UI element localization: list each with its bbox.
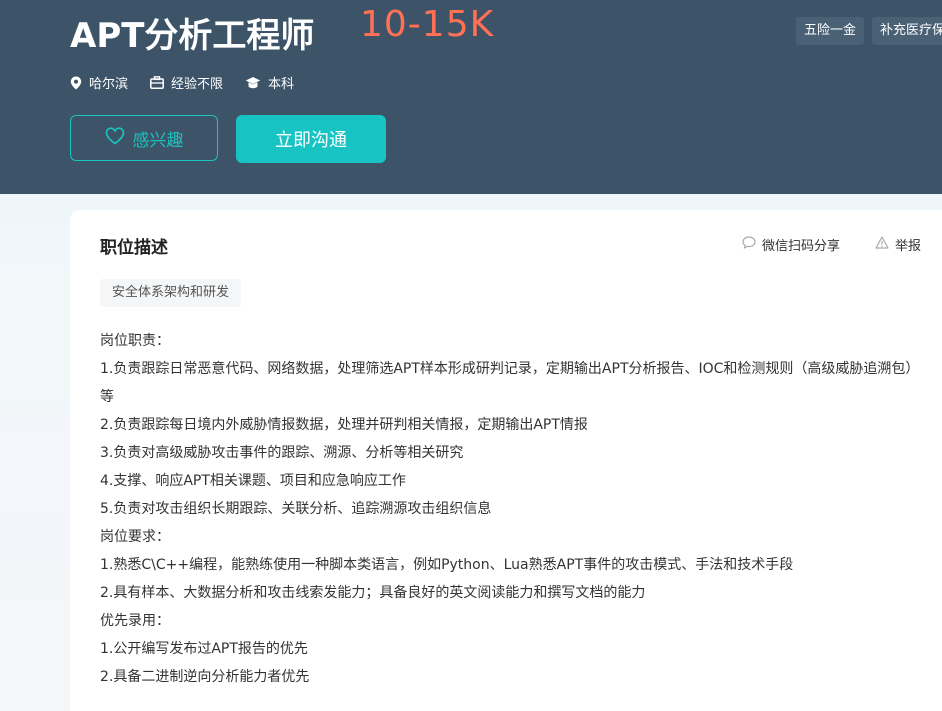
welfare-tags: 五险一金 补充医疗保: [796, 17, 942, 45]
warning-triangle-icon: [875, 236, 889, 253]
description-line: 3.负责对高级威胁攻击事件的跟踪、溯源、分析等相关研究: [100, 445, 464, 461]
description-line: 1.负责跟踪日常恶意代码、网络数据，处理筛选APT样本形成研判记录，定期输出AP…: [100, 361, 920, 405]
job-meta: 哈尔滨 经验不限 本科: [70, 73, 294, 92]
briefcase-icon: [150, 76, 164, 89]
job-header: APT分析工程师 10-15K 五险一金 补充医疗保 哈尔滨 经验不限 本科 感…: [0, 0, 942, 194]
description-line: 岗位职责：: [100, 333, 170, 349]
meta-experience: 经验不限: [150, 73, 223, 92]
report-button[interactable]: 举报: [875, 235, 921, 254]
description-line: 1.熟悉C\C++编程，能熟练使用一种脚本类语言，例如Python、Lua熟悉A…: [100, 557, 794, 573]
experience-text: 经验不限: [171, 77, 224, 92]
description-line: 2.具有样本、大数据分析和攻击线索发能力；具备良好的英文阅读能力和撰写文档的能力: [100, 585, 646, 601]
section-title: 职位描述: [100, 238, 168, 258]
report-label: 举报: [895, 239, 922, 254]
welfare-tag: 五险一金: [796, 17, 865, 45]
heart-icon: [105, 126, 125, 150]
description-line: 4.支撑、响应APT相关课题、项目和应急响应工作: [100, 473, 406, 489]
graduation-cap-icon: [245, 76, 261, 89]
meta-education: 本科: [245, 73, 294, 92]
keyword-tag: 安全体系架构和研发: [100, 279, 242, 307]
wechat-share-button[interactable]: 微信扫码分享: [742, 235, 840, 254]
meta-location: 哈尔滨: [70, 73, 128, 92]
location-pin-icon: [70, 76, 82, 90]
description-line: 优先录用：: [100, 613, 170, 629]
description-line: 2.具备二进制逆向分析能力者优先: [100, 669, 310, 685]
interest-label: 感兴趣: [132, 130, 184, 151]
job-title: APT分析工程师: [70, 16, 315, 56]
chat-bubble-icon: [742, 236, 756, 253]
description-line: 1.公开编写发布过APT报告的优先: [100, 641, 308, 657]
welfare-tag: 补充医疗保: [872, 17, 942, 45]
salary: 10-15K: [360, 4, 495, 45]
job-description-text: 岗位职责： 1.负责跟踪日常恶意代码、网络数据，处理筛选APT样本形成研判记录，…: [100, 327, 930, 691]
description-line: 2.负责跟踪每日境内外威胁情报数据，处理并研判相关情报，定期输出APT情报: [100, 417, 588, 433]
description-line: 5.负责对攻击组织长期跟踪、关联分析、追踪溯源攻击组织信息: [100, 501, 492, 517]
education-text: 本科: [268, 77, 295, 92]
share-label: 微信扫码分享: [762, 239, 841, 254]
description-line: 岗位要求：: [100, 529, 170, 545]
job-detail-page: APT分析工程师 10-15K 五险一金 补充医疗保 哈尔滨 经验不限 本科 感…: [0, 0, 942, 711]
location-text: 哈尔滨: [89, 77, 129, 92]
chat-now-button[interactable]: 立即沟通: [236, 115, 386, 163]
job-description-card: 职位描述 微信扫码分享 举报 安全体系架构和研发 岗位职责： 1.负责跟踪日常恶…: [70, 210, 942, 711]
interest-button[interactable]: 感兴趣: [70, 115, 218, 161]
